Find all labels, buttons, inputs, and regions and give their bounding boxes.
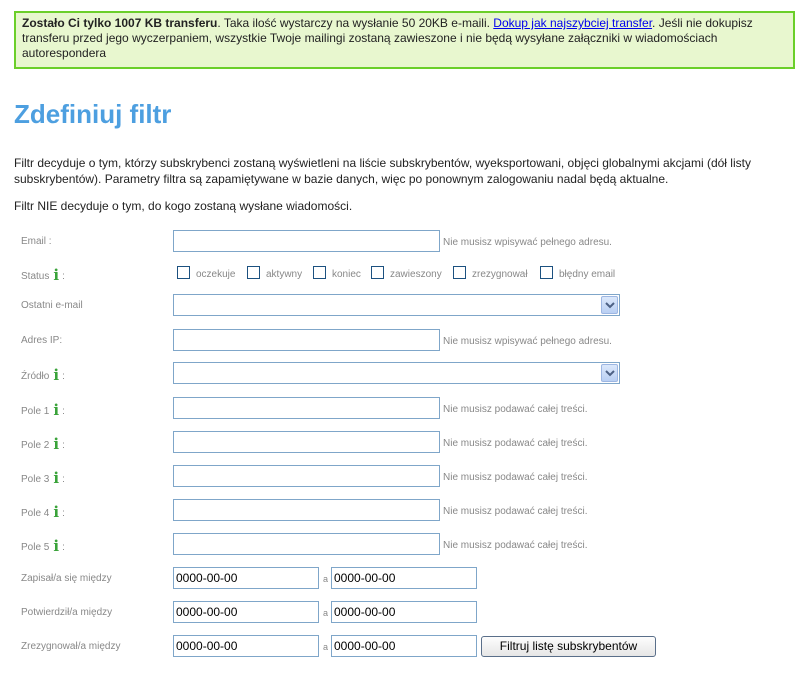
checkbox-label: błędny email xyxy=(559,269,616,280)
info-icon[interactable]: i xyxy=(53,368,59,383)
checkbox-label: zrezygnował xyxy=(472,269,528,280)
checkbox-icon[interactable] xyxy=(177,266,190,279)
ip-label: Adres IP: xyxy=(21,335,63,346)
field4-label-text: Pole 4 xyxy=(21,508,50,519)
field1-hint: Nie musisz podawać całej treści. xyxy=(443,404,588,415)
signup-date-from[interactable] xyxy=(173,567,319,589)
email-input[interactable] xyxy=(173,230,440,252)
status-checkbox-aktywny[interactable]: aktywny xyxy=(247,266,302,280)
label-colon: : xyxy=(62,406,65,417)
signup-date-label: Zapisał/a się między xyxy=(21,573,112,584)
checkbox-label: oczekuje xyxy=(196,269,236,280)
chevron-down-icon[interactable] xyxy=(601,364,618,382)
field3-label-text: Pole 3 xyxy=(21,474,50,485)
checkbox-icon[interactable] xyxy=(313,266,326,279)
resign-date-label: Zrezygnował/a między xyxy=(21,641,121,652)
field2-label-text: Pole 2 xyxy=(21,440,50,451)
status-checkbox-zrezygnowal[interactable]: zrezygnował xyxy=(453,266,528,280)
confirm-date-to[interactable] xyxy=(331,601,477,623)
note-paragraph: Filtr NIE decyduje o tym, do kogo zostan… xyxy=(14,199,353,213)
notice-text: . Taka ilość wystarczy na wysłanie 50 20… xyxy=(217,16,494,30)
page-title: Zdefiniuj filtr xyxy=(14,99,172,129)
field5-hint: Nie musisz podawać całej treści. xyxy=(443,540,588,551)
field1-input[interactable] xyxy=(173,397,440,419)
email-label: Email : xyxy=(21,236,52,247)
checkbox-icon[interactable] xyxy=(540,266,553,279)
date-separator: a xyxy=(323,574,329,584)
info-icon[interactable]: i xyxy=(53,403,59,418)
checkbox-label: zawieszony xyxy=(390,269,442,280)
email-hint: Nie musisz wpisywać pełnego adresu. xyxy=(443,237,612,248)
label-colon: : xyxy=(62,474,65,485)
confirm-date-label: Potwierdził/a między xyxy=(21,607,113,618)
field4-label: Pole 4i: xyxy=(21,505,65,520)
checkbox-icon[interactable] xyxy=(371,266,384,279)
last-email-label: Ostatni e-mail xyxy=(21,300,83,311)
field2-hint: Nie musisz podawać całej treści. xyxy=(443,438,588,449)
field1-label-text: Pole 1 xyxy=(21,406,50,417)
chevron-down-icon[interactable] xyxy=(601,296,618,314)
info-icon[interactable]: i xyxy=(53,505,59,520)
checkbox-label: aktywny xyxy=(266,269,303,280)
field4-hint: Nie musisz podawać całej treści. xyxy=(443,506,588,517)
label-colon: : xyxy=(62,542,65,553)
source-label: Źródło i: xyxy=(21,368,65,383)
ip-hint: Nie musisz wpisywać pełnego adresu. xyxy=(443,336,612,347)
source-label-text: Źródło xyxy=(21,371,50,382)
status-checkbox-oczekuje[interactable]: oczekuje xyxy=(177,266,235,280)
field2-label: Pole 2i: xyxy=(21,437,65,452)
source-select[interactable] xyxy=(173,362,620,384)
signup-date-to[interactable] xyxy=(331,567,477,589)
status-checkbox-koniec[interactable]: koniec xyxy=(313,266,361,280)
description-paragraph: Filtr decyduje o tym, którzy subskrybenc… xyxy=(14,156,751,186)
last-email-select[interactable] xyxy=(173,294,620,316)
field5-label: Pole 5i: xyxy=(21,539,65,554)
checkbox-icon[interactable] xyxy=(247,266,260,279)
notice-bold: Zostało Ci tylko 1007 KB transferu xyxy=(22,16,218,30)
field3-hint: Nie musisz podawać całej treści. xyxy=(443,472,588,483)
label-colon: : xyxy=(62,271,65,282)
status-label: Status i: xyxy=(21,268,65,283)
info-icon[interactable]: i xyxy=(53,471,59,486)
resign-date-from[interactable] xyxy=(173,635,319,657)
date-separator: a xyxy=(323,642,329,652)
info-icon[interactable]: i xyxy=(53,437,59,452)
checkbox-label: koniec xyxy=(332,269,361,280)
status-label-text: Status xyxy=(21,271,50,282)
info-icon[interactable]: i xyxy=(53,539,59,554)
buy-transfer-link[interactable]: Dokup jak najszybciej transfer xyxy=(493,16,652,30)
info-icon[interactable]: i xyxy=(53,268,59,283)
confirm-date-from[interactable] xyxy=(173,601,319,623)
label-colon: : xyxy=(62,371,65,382)
date-separator: a xyxy=(323,608,329,618)
field1-label: Pole 1i: xyxy=(21,403,65,418)
field2-input[interactable] xyxy=(173,431,440,453)
status-checkbox-bledny-email[interactable]: błędny email xyxy=(540,266,615,280)
ip-input[interactable] xyxy=(173,329,440,351)
label-colon: : xyxy=(62,508,65,519)
field5-input[interactable] xyxy=(173,533,440,555)
field3-input[interactable] xyxy=(173,465,440,487)
filter-subscribers-button[interactable]: Filtruj listę subskrybentów xyxy=(481,636,656,657)
field3-label: Pole 3i: xyxy=(21,471,65,486)
field5-label-text: Pole 5 xyxy=(21,542,50,553)
checkbox-icon[interactable] xyxy=(453,266,466,279)
transfer-notice: Zostało Ci tylko 1007 KB transferu. Taka… xyxy=(14,11,795,69)
resign-date-to[interactable] xyxy=(331,635,477,657)
field4-input[interactable] xyxy=(173,499,440,521)
status-checkbox-zawieszony[interactable]: zawieszony xyxy=(371,266,442,280)
label-colon: : xyxy=(62,440,65,451)
